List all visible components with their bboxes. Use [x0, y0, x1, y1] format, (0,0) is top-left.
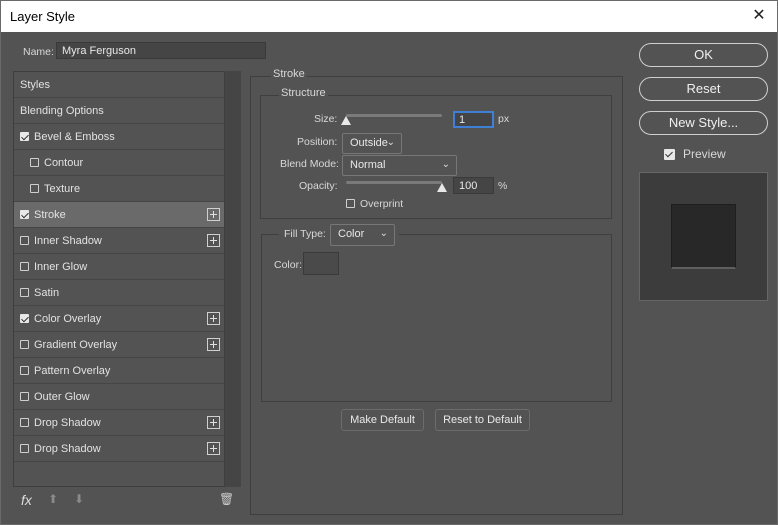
position-label: Position:: [297, 136, 338, 148]
reset-to-default-button[interactable]: Reset to Default: [435, 409, 530, 431]
style-item-label: Stroke: [34, 209, 66, 221]
style-item-drop-shadow[interactable]: Drop Shadow: [14, 410, 224, 436]
style-item-label: Styles: [20, 79, 50, 91]
stroke-heading: Stroke: [271, 68, 307, 80]
fill-type-select[interactable]: Color ⌄: [330, 224, 395, 246]
style-checkbox[interactable]: [20, 262, 29, 271]
style-item-bevel-emboss[interactable]: Bevel & Emboss: [14, 124, 224, 150]
add-effect-icon[interactable]: [207, 416, 220, 429]
close-icon[interactable]: ✕: [749, 6, 769, 26]
style-item-texture[interactable]: Texture: [14, 176, 224, 202]
style-checkbox[interactable]: [20, 418, 29, 427]
blend-mode-value: Normal: [350, 159, 386, 171]
fill-type-value: Color: [338, 228, 365, 240]
ok-button[interactable]: OK: [639, 43, 768, 67]
window-title: Layer Style: [10, 9, 76, 24]
add-effect-icon[interactable]: [207, 234, 220, 247]
fx-icon[interactable]: fx: [21, 492, 32, 508]
blend-mode-select[interactable]: Normal ⌄: [342, 155, 457, 176]
opacity-input[interactable]: 100: [453, 177, 494, 194]
size-slider[interactable]: [346, 114, 442, 117]
blend-mode-label: Blend Mode:: [280, 158, 339, 170]
opacity-unit: %: [498, 180, 508, 192]
style-item-inner-glow[interactable]: Inner Glow: [14, 254, 224, 280]
add-effect-icon[interactable]: [207, 442, 220, 455]
preview-square: [671, 204, 736, 269]
color-swatch[interactable]: [303, 252, 339, 275]
move-up-icon[interactable]: ⬆: [48, 492, 58, 506]
fill-type-label: Fill Type:: [284, 228, 326, 240]
opacity-label: Opacity:: [299, 180, 338, 192]
style-item-gradient-overlay[interactable]: Gradient Overlay: [14, 332, 224, 358]
style-item-label: Bevel & Emboss: [34, 131, 115, 143]
style-item-label: Drop Shadow: [34, 443, 101, 455]
add-effect-icon[interactable]: [207, 338, 220, 351]
overprint-checkbox[interactable]: [346, 199, 355, 208]
style-checkbox[interactable]: [20, 288, 29, 297]
style-checkbox[interactable]: [30, 184, 39, 193]
name-input[interactable]: Myra Ferguson: [56, 42, 266, 59]
style-item-label: Inner Shadow: [34, 235, 102, 247]
style-checkbox[interactable]: [20, 132, 29, 141]
style-item-label: Gradient Overlay: [34, 339, 118, 351]
new-style-button[interactable]: New Style...: [639, 111, 768, 135]
add-effect-icon[interactable]: [207, 208, 220, 221]
style-item-label: Contour: [44, 157, 84, 169]
style-item-pattern-overlay[interactable]: Pattern Overlay: [14, 358, 224, 384]
color-label: Color:: [274, 259, 303, 271]
style-item-stroke[interactable]: Stroke: [14, 202, 224, 228]
make-default-button[interactable]: Make Default: [341, 409, 424, 431]
size-label: Size:: [314, 113, 338, 125]
trash-icon[interactable]: 🗑: [219, 492, 234, 506]
style-item-styles[interactable]: Styles: [14, 72, 224, 98]
style-item-label: Blending Options: [20, 105, 104, 117]
style-checkbox[interactable]: [20, 392, 29, 401]
size-slider-thumb[interactable]: [341, 116, 351, 125]
style-item-color-overlay[interactable]: Color Overlay: [14, 306, 224, 332]
position-select[interactable]: Outside ⌄: [342, 133, 402, 154]
style-checkbox[interactable]: [20, 210, 29, 219]
chevron-down-icon: ⌄: [386, 137, 395, 148]
style-item-label: Texture: [44, 183, 81, 195]
layer-style-dialog: Layer Style ✕ Name: Myra Ferguson Styles…: [0, 0, 778, 525]
style-item-label: Inner Glow: [34, 261, 88, 273]
style-item-inner-shadow[interactable]: Inner Shadow: [14, 228, 224, 254]
preview-label: Preview: [683, 147, 726, 161]
preview-checkbox[interactable]: [664, 149, 675, 160]
style-item-label: Drop Shadow: [34, 417, 101, 429]
style-item-outer-glow[interactable]: Outer Glow: [14, 384, 224, 410]
style-item-blending-options[interactable]: Blending Options: [14, 98, 224, 124]
title-bar: Layer Style ✕: [1, 1, 777, 32]
chevron-down-icon: ⌄: [441, 159, 450, 170]
style-item-label: Color Overlay: [34, 313, 102, 325]
position-value: Outside: [350, 137, 388, 149]
style-checkbox[interactable]: [20, 340, 29, 349]
styles-list: Styles Blending Options Bevel & Emboss Cont…: [13, 71, 225, 487]
name-label: Name:: [23, 46, 54, 58]
style-item-label: Satin: [34, 287, 60, 299]
preview-thumbnail: [639, 172, 768, 301]
style-checkbox[interactable]: [30, 158, 39, 167]
add-effect-icon[interactable]: [207, 312, 220, 325]
style-checkbox[interactable]: [20, 314, 29, 323]
move-down-icon[interactable]: ⬇: [74, 492, 84, 506]
style-item-label: Pattern Overlay: [34, 365, 111, 377]
style-checkbox[interactable]: [20, 444, 29, 453]
chevron-down-icon: ⌄: [379, 228, 388, 239]
styles-list-scrollbar[interactable]: [225, 71, 241, 487]
reset-button[interactable]: Reset: [639, 77, 768, 101]
size-unit: px: [498, 113, 510, 125]
style-checkbox[interactable]: [20, 366, 29, 375]
style-item-satin[interactable]: Satin: [14, 280, 224, 306]
opacity-slider-thumb[interactable]: [437, 183, 447, 192]
style-checkbox[interactable]: [20, 236, 29, 245]
style-item-drop-shadow[interactable]: Drop Shadow: [14, 436, 224, 462]
overprint-label: Overprint: [360, 198, 404, 210]
opacity-slider[interactable]: [346, 181, 442, 184]
style-item-label: Outer Glow: [34, 391, 90, 403]
style-item-contour[interactable]: Contour: [14, 150, 224, 176]
size-input[interactable]: 1: [453, 111, 494, 128]
structure-heading: Structure: [279, 87, 328, 99]
